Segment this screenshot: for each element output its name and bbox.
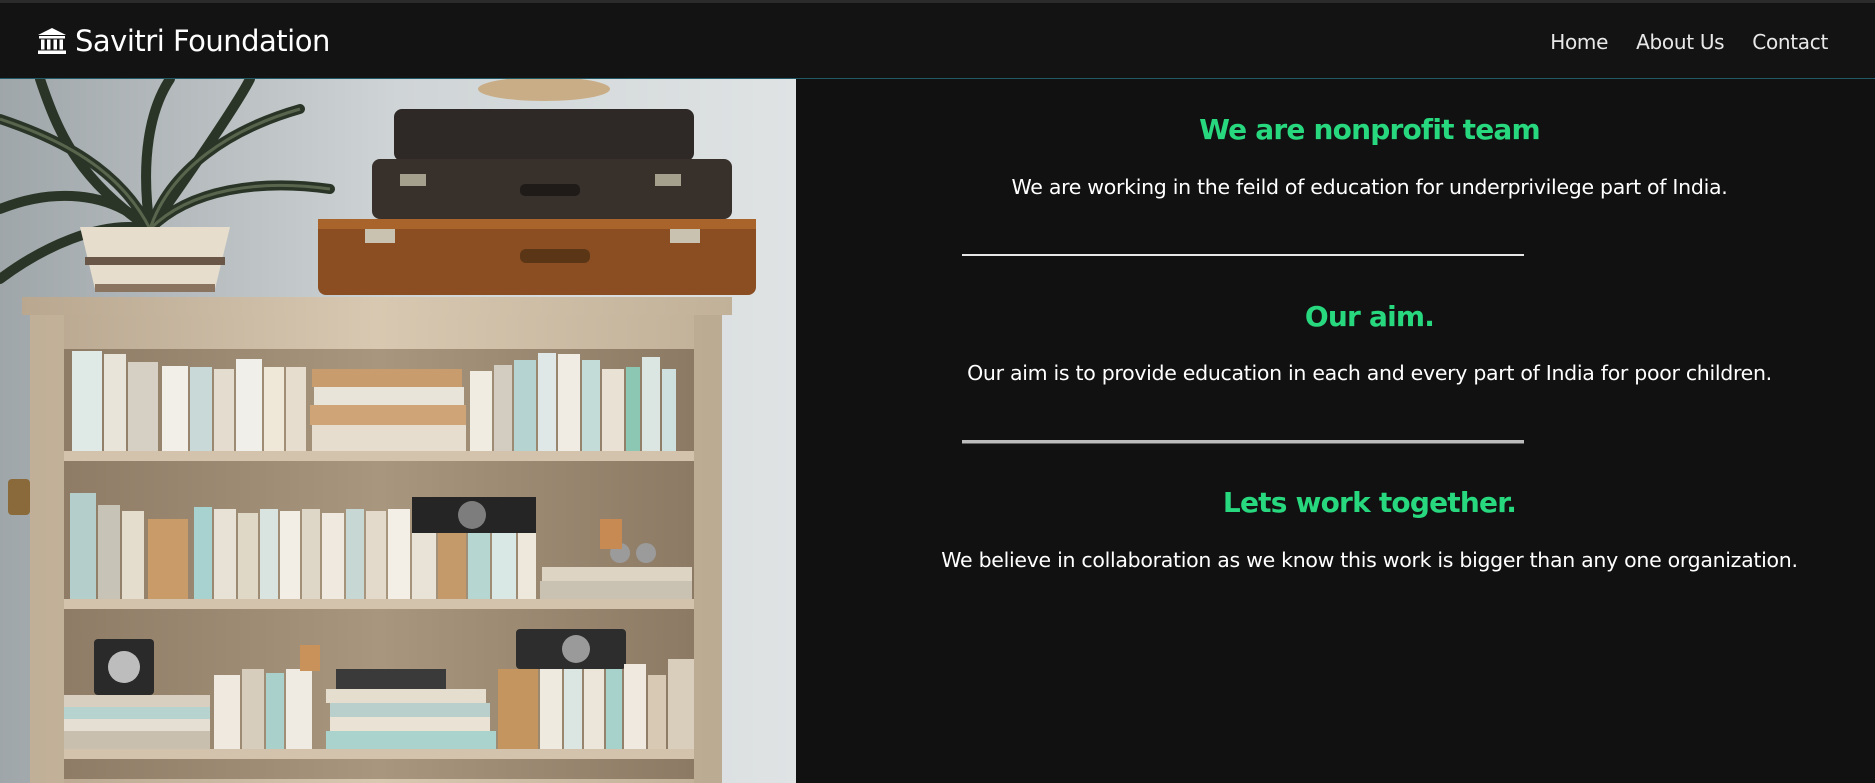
section-together: Lets work together. (796, 486, 1875, 519)
section-divider (962, 440, 1524, 443)
navbar: Savitri Foundation Home About Us Contact (0, 0, 1875, 79)
section-heading: Our aim. (1304, 300, 1435, 333)
page: Savitri Foundation Home About Us Contact (0, 0, 1875, 783)
section-divider (962, 254, 1524, 256)
hero-image-bookshelf (0, 79, 796, 783)
section-aim: Our aim. (796, 300, 1875, 333)
main-nav: Home About Us Contact (1550, 30, 1828, 54)
bookshelf-illustration (0, 79, 796, 783)
bank-building-icon (37, 27, 67, 55)
nav-about-us-link[interactable]: About Us (1636, 30, 1724, 54)
brand-name: Savitri Foundation (75, 24, 330, 58)
section-together-text: We believe in collaboration as we know t… (796, 548, 1875, 572)
section-heading: Lets work together. (1222, 486, 1517, 519)
nav-contact-link[interactable]: Contact (1752, 30, 1828, 54)
about-content: We are nonprofit team We are working in … (796, 79, 1875, 783)
nav-home-link[interactable]: Home (1550, 30, 1608, 54)
section-aim-text: Our aim is to provide education in each … (796, 361, 1875, 385)
section-text: We are working in the feild of education… (1011, 175, 1728, 199)
brand-link[interactable]: Savitri Foundation (37, 21, 330, 61)
section-heading: We are nonprofit team (1199, 113, 1541, 146)
section-nonprofit-text: We are working in the feild of education… (796, 175, 1875, 199)
section-text: We believe in collaboration as we know t… (941, 548, 1798, 572)
section-nonprofit: We are nonprofit team (796, 113, 1875, 146)
section-text: Our aim is to provide education in each … (967, 361, 1772, 385)
